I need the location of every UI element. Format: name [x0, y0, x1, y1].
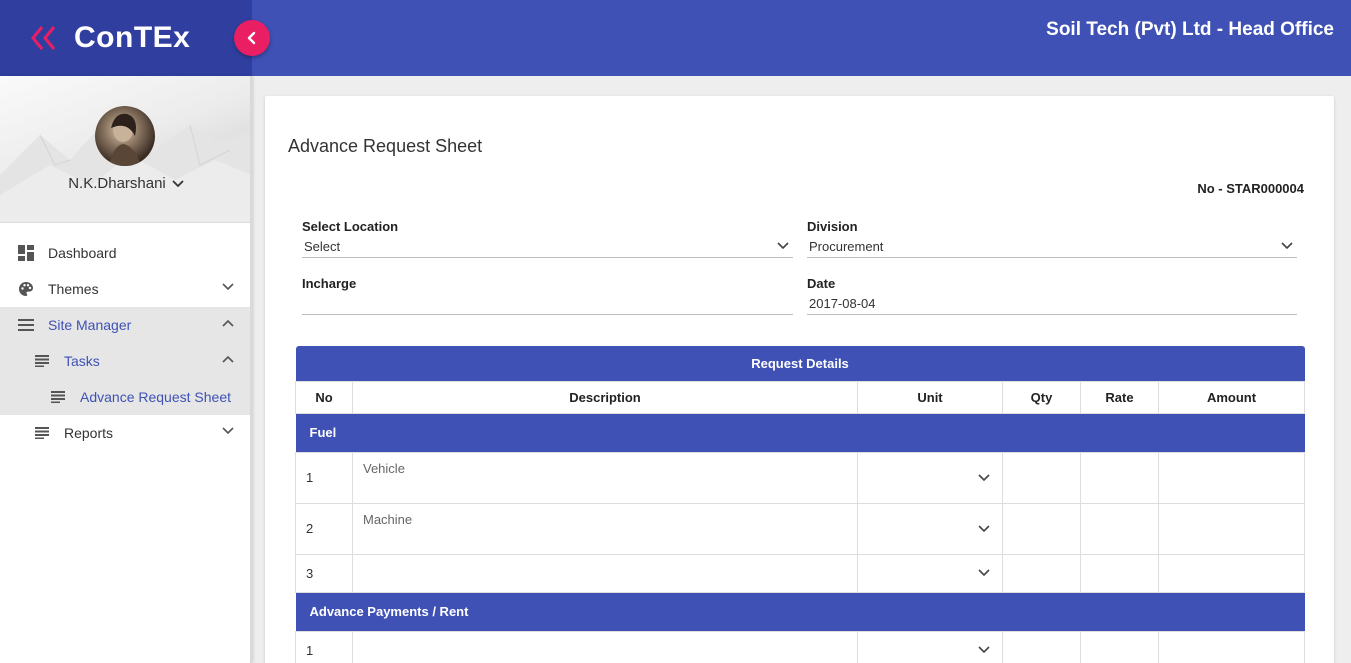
contex-logo-icon — [31, 26, 56, 50]
row-number: 3 — [295, 553, 353, 593]
chevron-down-icon — [222, 427, 234, 435]
sidebar-menu: Dashboard Themes Site Manager Tasks Adva… — [0, 223, 250, 451]
rate-input[interactable] — [1080, 630, 1159, 663]
amount-cell — [1157, 451, 1306, 504]
company-name: Soil Tech (Pvt) Ltd - Head Office — [1046, 19, 1334, 40]
chevron-down-icon — [222, 283, 234, 291]
row-number: 1 — [295, 630, 353, 663]
chevron-up-icon — [222, 319, 234, 327]
description-input[interactable] — [352, 630, 858, 663]
column-header-qty: Qty — [1002, 380, 1081, 414]
incharge-field: Incharge — [302, 276, 793, 315]
location-field: Select Location Select — [302, 219, 793, 258]
column-header-unit: Unit — [857, 380, 1003, 414]
sidebar-item-advance-request-sheet[interactable]: Advance Request Sheet — [0, 379, 250, 415]
list-icon — [33, 352, 51, 370]
date-label: Date — [807, 276, 836, 291]
sidebar-item-dashboard[interactable]: Dashboard — [0, 235, 250, 271]
avatar-image — [109, 113, 141, 166]
request-details-table: Request Details No Description Unit Qty … — [295, 346, 1306, 663]
chevron-down-icon — [978, 524, 990, 532]
incharge-label: Incharge — [302, 276, 357, 291]
menu-lines-icon — [17, 316, 35, 334]
incharge-input[interactable] — [302, 295, 793, 315]
location-select[interactable]: Select — [302, 238, 793, 258]
sidebar: N.K.Dharshani Dashboard Themes Site Mana… — [0, 76, 252, 663]
division-value: Procurement — [809, 239, 884, 254]
table-row: 1 — [295, 630, 1306, 663]
amount-cell — [1157, 553, 1306, 593]
description-input[interactable]: Vehicle — [352, 451, 858, 504]
sidebar-item-tasks[interactable]: Tasks — [0, 343, 250, 379]
sidebar-item-reports[interactable]: Reports — [0, 415, 250, 451]
description-input[interactable]: Machine — [352, 502, 858, 555]
page-title: Advance Request Sheet — [288, 136, 483, 156]
chevron-down-icon — [978, 473, 990, 481]
row-number: 2 — [295, 502, 353, 555]
sidebar-item-site-manager[interactable]: Site Manager — [0, 307, 250, 343]
table-row: 3 — [295, 553, 1306, 593]
division-field: Division Procurement — [807, 219, 1297, 258]
document-number: No - STAR000004 — [1197, 181, 1304, 196]
avatar[interactable] — [95, 106, 155, 166]
main-card: Advance Request Sheet No - STAR000004 Se… — [265, 96, 1334, 663]
user-menu-toggle[interactable]: N.K.Dharshani — [0, 175, 250, 192]
column-header-description: Description — [352, 380, 858, 414]
qty-input[interactable] — [1002, 502, 1081, 555]
qty-input[interactable] — [1002, 553, 1081, 593]
row-number: 1 — [295, 451, 353, 504]
chevron-down-icon — [172, 179, 184, 187]
chevron-down-icon — [978, 646, 990, 654]
chevron-up-icon — [222, 355, 234, 363]
sidebar-item-label: Site Manager — [48, 317, 132, 333]
unit-select[interactable] — [857, 553, 1003, 593]
rate-input[interactable] — [1080, 451, 1159, 504]
division-select[interactable]: Procurement — [807, 238, 1297, 258]
table-row: 1 Vehicle — [295, 451, 1306, 504]
unit-select[interactable] — [857, 451, 1003, 504]
palette-icon — [17, 280, 35, 298]
sidebar-item-label: Themes — [48, 281, 99, 297]
list-icon — [33, 424, 51, 442]
sidebar-item-label: Dashboard — [48, 245, 117, 261]
column-header-no: No — [295, 380, 353, 414]
user-profile-area: N.K.Dharshani — [0, 76, 250, 223]
top-app-bar: ConTEx Soil Tech (Pvt) Ltd - Head Office — [0, 0, 1351, 76]
location-label: Select Location — [302, 219, 399, 234]
section-header-fuel: Fuel — [295, 412, 1305, 452]
amount-cell — [1157, 502, 1306, 555]
date-field: Date 2017-08-04 — [807, 276, 1297, 315]
rate-input[interactable] — [1080, 553, 1159, 593]
chevron-down-icon — [978, 569, 990, 577]
brand-name: ConTEx — [74, 21, 191, 54]
unit-select[interactable] — [857, 502, 1003, 555]
column-header-rate: Rate — [1080, 380, 1159, 414]
division-label: Division — [807, 219, 858, 234]
dashboard-icon — [17, 244, 35, 262]
date-input[interactable]: 2017-08-04 — [807, 295, 1297, 315]
qty-input[interactable] — [1002, 630, 1081, 663]
brand-area: ConTEx — [0, 0, 252, 76]
rate-input[interactable] — [1080, 502, 1159, 555]
sidebar-item-label: Reports — [64, 425, 114, 441]
chevron-down-icon — [777, 242, 789, 250]
user-name: N.K.Dharshani — [68, 175, 166, 192]
list-icon — [49, 388, 67, 406]
table-row: 2 Machine — [295, 502, 1306, 555]
chevron-left-icon — [247, 31, 256, 45]
collapse-sidebar-button[interactable] — [234, 20, 270, 56]
description-input[interactable] — [352, 553, 858, 593]
amount-cell — [1157, 630, 1306, 663]
sidebar-item-label: Advance Request Sheet — [80, 389, 231, 405]
table-title: Request Details — [295, 346, 1305, 381]
column-header-amount: Amount — [1157, 380, 1306, 414]
sidebar-item-label: Tasks — [64, 353, 100, 369]
unit-select[interactable] — [857, 630, 1003, 663]
sidebar-item-themes[interactable]: Themes — [0, 271, 250, 307]
location-value: Select — [304, 239, 341, 254]
qty-input[interactable] — [1002, 451, 1081, 504]
section-header-advance-payments: Advance Payments / Rent — [295, 591, 1305, 631]
chevron-down-icon — [1281, 242, 1293, 250]
